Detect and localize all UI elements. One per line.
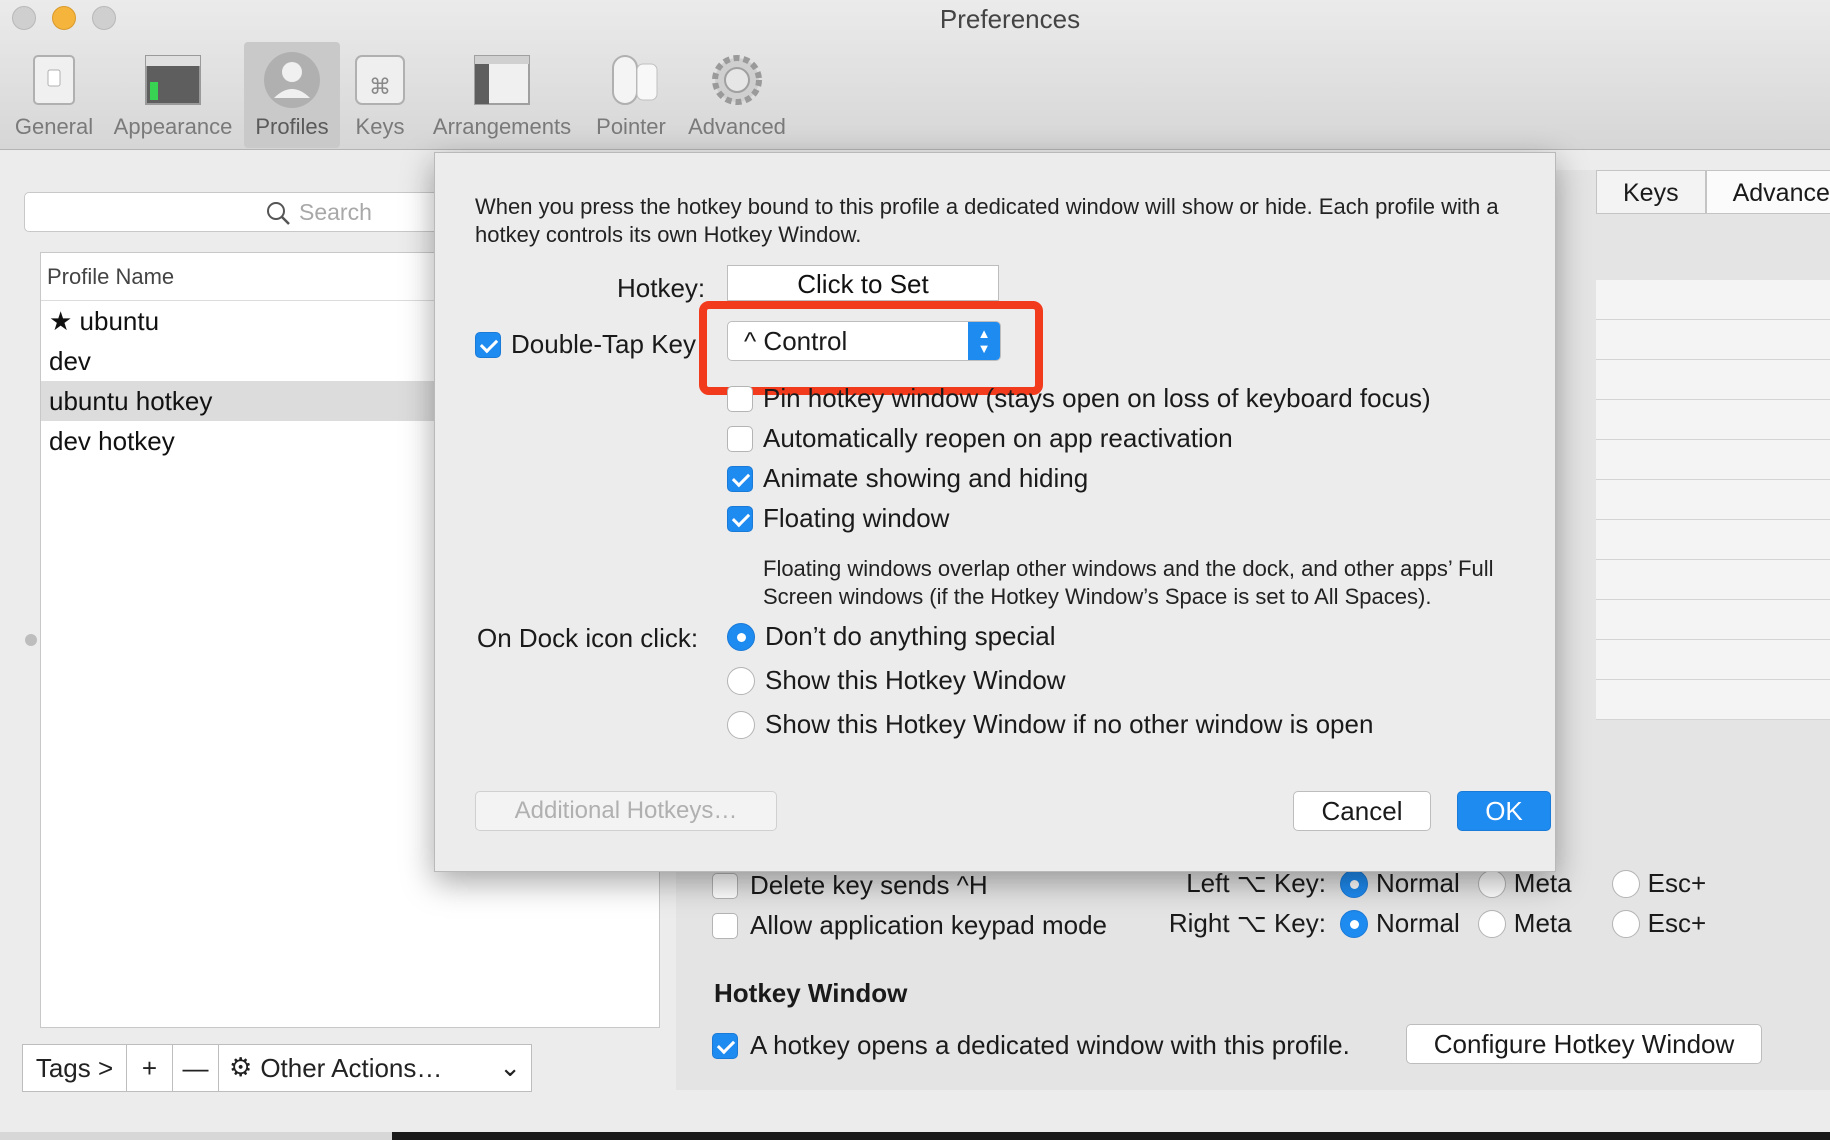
dock-nothing-radio[interactable] xyxy=(727,622,755,651)
dock-show-if-none-radio[interactable] xyxy=(727,710,755,739)
chevron-down-icon: ⌄ xyxy=(499,1053,521,1083)
toolbar-arrangements[interactable]: Arrangements xyxy=(426,42,578,148)
tab-advanced[interactable]: Advanced xyxy=(1705,170,1830,214)
left-option-meta-radio[interactable] xyxy=(1477,869,1506,898)
right-option-meta-radio[interactable] xyxy=(1477,909,1506,938)
hotkey-opens-window-option: A hotkey opens a dedicated window with t… xyxy=(712,1030,1350,1061)
profile-actions-bar: Tags > + — ⚙ Other Actions… ⌄ xyxy=(22,1044,532,1092)
dock-option-nothing: Don’t do anything special xyxy=(727,621,1056,652)
hotkey-window-section-title: Hotkey Window xyxy=(714,978,908,1008)
sheet-description: When you press the hotkey bound to this … xyxy=(475,194,1499,247)
additional-hotkeys-button[interactable]: Additional Hotkeys… xyxy=(475,791,777,831)
delete-key-option: Delete key sends ^H xyxy=(712,870,988,901)
cancel-button[interactable]: Cancel xyxy=(1293,791,1431,831)
arrangements-icon xyxy=(474,55,530,105)
other-actions-menu[interactable]: ⚙ Other Actions… ⌄ xyxy=(219,1045,531,1091)
hotkey-record-field[interactable]: Click to Set xyxy=(727,265,999,301)
desktop-edge xyxy=(0,1132,1830,1140)
svg-text:⌘: ⌘ xyxy=(369,75,391,100)
animate-option: Animate showing and hiding xyxy=(727,463,1088,494)
left-option-normal-radio[interactable] xyxy=(1340,869,1368,898)
toolbar: Preferences General Appearance Profiles xyxy=(0,0,1830,150)
hotkey-opens-window-checkbox[interactable] xyxy=(712,1032,738,1059)
key-mappings-table xyxy=(1596,280,1830,720)
pin-hotkey-checkbox[interactable] xyxy=(727,385,753,412)
floating-window-option: Floating window xyxy=(727,503,949,534)
dock-show-radio[interactable] xyxy=(727,666,755,695)
profile-icon xyxy=(264,52,320,108)
floating-window-checkbox[interactable] xyxy=(727,505,753,532)
hotkey-label: Hotkey: xyxy=(617,273,706,303)
auto-reopen-checkbox[interactable] xyxy=(727,425,753,452)
keypad-mode-option: Allow application keypad mode xyxy=(712,910,1107,941)
window-title: Preferences xyxy=(939,4,1081,34)
left-option-key-row: Left ⌥ Key: Normal Meta Esc+ xyxy=(1186,868,1707,898)
search-icon xyxy=(267,201,290,225)
right-option-key-row: Right ⌥ Key: Normal Meta Esc+ xyxy=(1168,908,1707,938)
dock-click-label: On Dock icon click: xyxy=(477,623,699,653)
gear-icon: ⚙ xyxy=(229,1053,253,1083)
toolbar-profiles[interactable]: Profiles xyxy=(244,42,340,148)
keypad-mode-checkbox[interactable] xyxy=(712,912,738,939)
left-option-esc-radio[interactable] xyxy=(1611,869,1640,898)
gear-icon xyxy=(712,55,762,105)
profile-search-input[interactable]: Search xyxy=(24,192,444,232)
dock-option-show: Show this Hotkey Window xyxy=(727,665,1066,696)
toolbar-general[interactable]: General xyxy=(8,42,100,148)
toolbar-advanced[interactable]: Advanced xyxy=(682,42,792,148)
ok-button[interactable]: OK xyxy=(1457,791,1551,831)
toolbar-appearance[interactable]: Appearance xyxy=(108,42,238,148)
configure-hotkey-window-button[interactable]: Configure Hotkey Window xyxy=(1406,1024,1762,1064)
command-key-icon: ⌘ xyxy=(355,55,405,105)
toolbar-keys[interactable]: ⌘ Keys xyxy=(346,42,414,148)
toolbar-pointer[interactable]: Pointer xyxy=(588,42,674,148)
auto-reopen-option: Automatically reopen on app reactivation xyxy=(727,423,1233,454)
profile-tabs: Keys Advanced xyxy=(1596,170,1830,214)
search-placeholder: Search xyxy=(299,199,372,225)
remove-profile-button[interactable]: — xyxy=(173,1045,219,1091)
double-tap-key-option: Double-Tap Key xyxy=(475,329,696,360)
floating-window-note: Floating windows overlap other windows a… xyxy=(763,556,1494,609)
annotation-highlight-box xyxy=(699,301,1043,395)
preferences-window: Preferences General Appearance Profiles xyxy=(0,0,1830,1132)
appearance-icon xyxy=(145,55,201,105)
split-view-handle[interactable] xyxy=(25,634,37,646)
animate-checkbox[interactable] xyxy=(727,465,753,492)
hotkey-window-sheet: When you press the hotkey bound to this … xyxy=(434,152,1556,872)
tab-keys[interactable]: Keys xyxy=(1596,170,1706,214)
right-option-normal-radio[interactable] xyxy=(1340,909,1368,938)
delete-key-checkbox[interactable] xyxy=(712,872,738,899)
general-icon xyxy=(33,55,75,105)
double-tap-key-checkbox[interactable] xyxy=(475,331,501,358)
pin-hotkey-option: Pin hotkey window (stays open on loss of… xyxy=(727,383,1431,414)
tags-button[interactable]: Tags > xyxy=(23,1045,127,1091)
dock-option-show-if-none: Show this Hotkey Window if no other wind… xyxy=(727,709,1373,740)
add-profile-button[interactable]: + xyxy=(127,1045,173,1091)
right-option-esc-radio[interactable] xyxy=(1611,909,1640,938)
mouse-icon xyxy=(612,55,658,105)
